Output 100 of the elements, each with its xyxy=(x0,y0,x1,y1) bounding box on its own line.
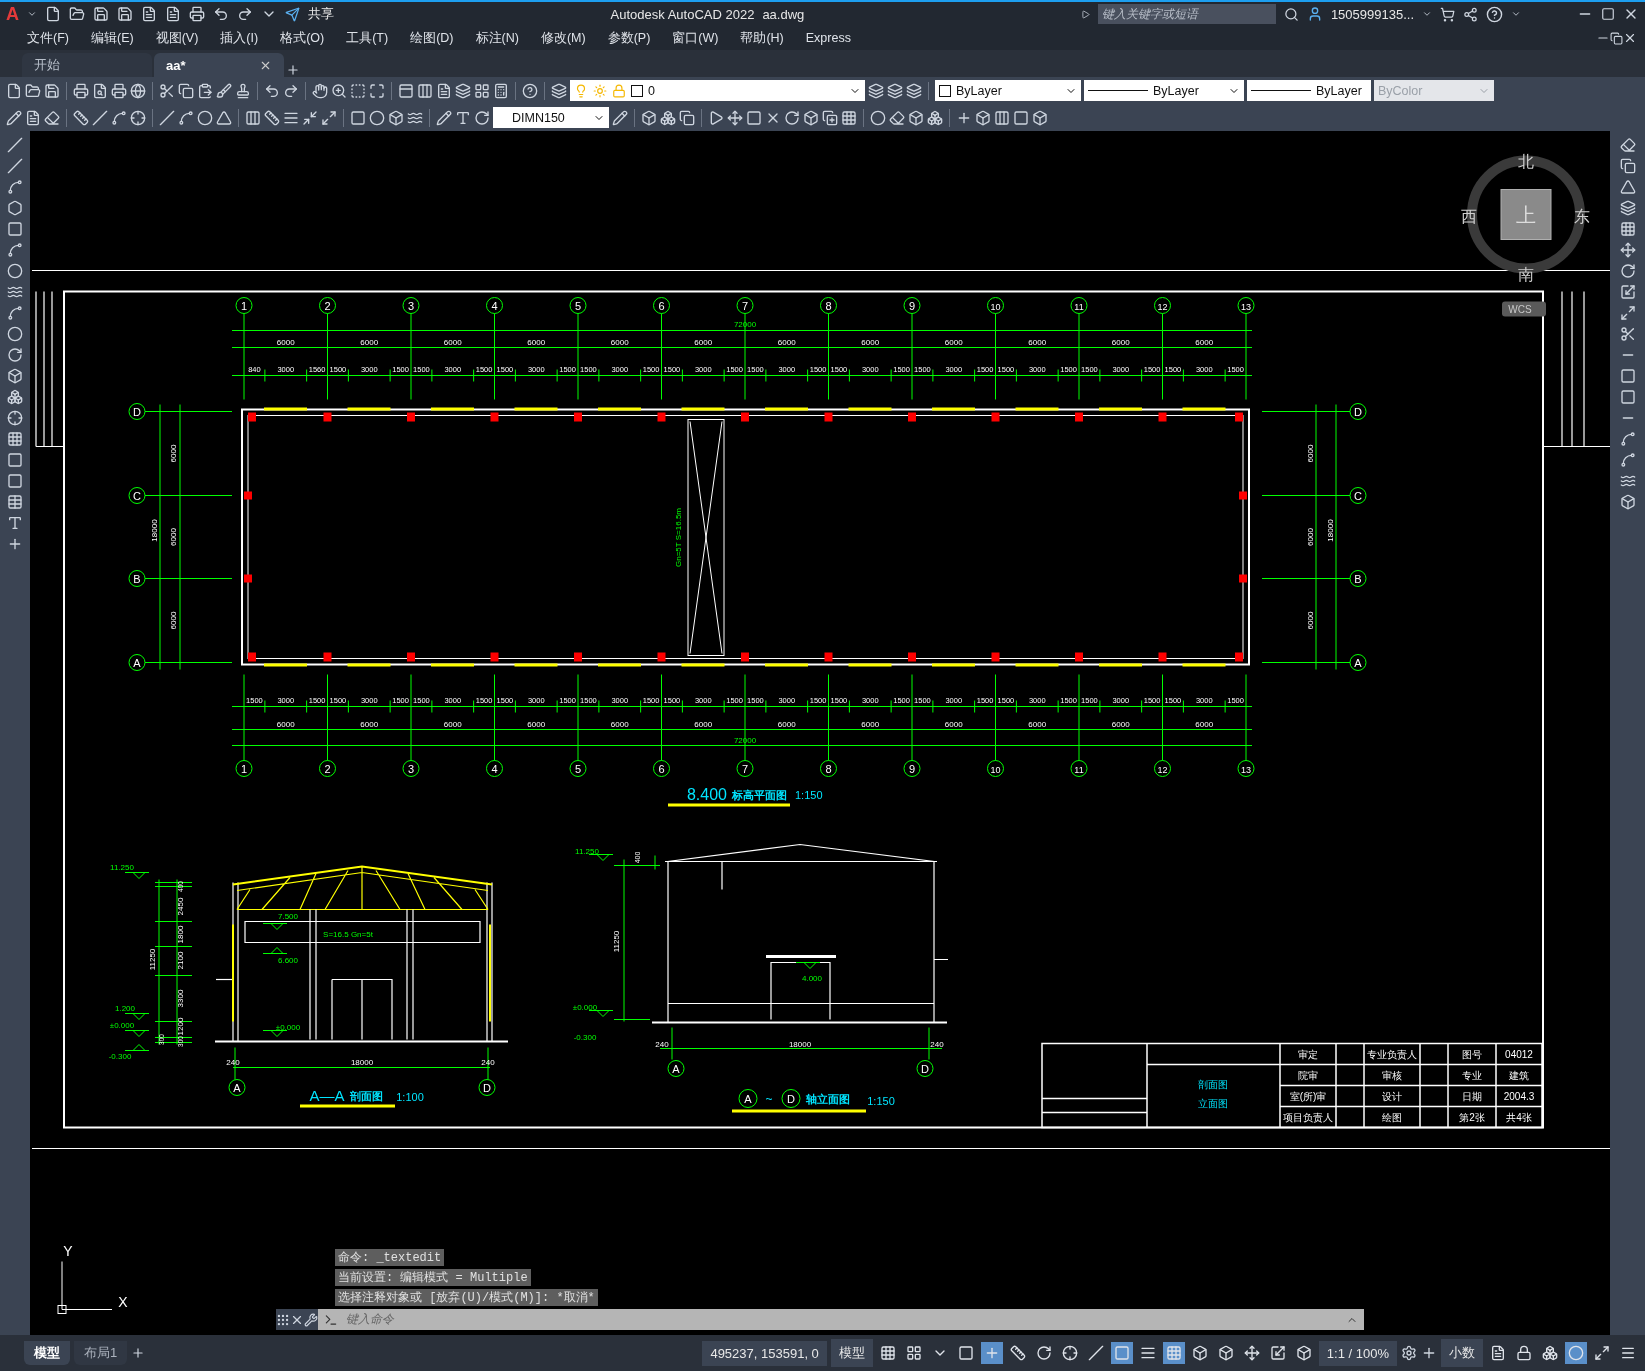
text-icon[interactable] xyxy=(7,515,23,531)
eraser-icon[interactable] xyxy=(44,109,60,126)
units-dropdown[interactable]: 小数 xyxy=(1441,1339,1483,1367)
save-icon[interactable] xyxy=(44,82,60,99)
caret-icon[interactable] xyxy=(27,9,37,19)
undo-icon[interactable] xyxy=(213,6,229,22)
share-button[interactable]: 共享 xyxy=(308,5,334,23)
spline-icon[interactable] xyxy=(7,305,23,321)
new-file-icon[interactable] xyxy=(6,82,22,99)
line-icon[interactable] xyxy=(159,109,175,126)
settings-icon[interactable] xyxy=(1401,1345,1417,1361)
copy-icon[interactable] xyxy=(178,82,194,99)
linetype-dropdown[interactable]: ByLayer xyxy=(1084,80,1244,101)
line-icon[interactable] xyxy=(7,158,23,174)
printer-icon[interactable] xyxy=(111,82,127,99)
grid-icon[interactable] xyxy=(474,82,490,99)
layers-icon[interactable] xyxy=(906,82,922,99)
text-icon[interactable] xyxy=(455,109,471,126)
eraser-icon[interactable] xyxy=(1619,137,1636,153)
arc-icon[interactable] xyxy=(7,242,23,258)
plus-icon[interactable] xyxy=(1421,1345,1437,1361)
restore-icon[interactable] xyxy=(1610,31,1623,45)
table-icon[interactable] xyxy=(7,494,23,510)
copy-plus-icon[interactable] xyxy=(822,109,838,126)
maximize-icon[interactable] xyxy=(1601,7,1615,21)
layers-icon[interactable] xyxy=(455,82,471,99)
trim-icon[interactable] xyxy=(1619,326,1636,342)
folder-icon[interactable] xyxy=(25,82,41,99)
pan-icon[interactable] xyxy=(312,82,328,99)
menu-item[interactable]: 帮助(H) xyxy=(729,29,795,47)
circle-icon[interactable] xyxy=(870,109,886,126)
columns-icon[interactable] xyxy=(994,109,1010,126)
new-tab-icon[interactable] xyxy=(286,63,300,77)
box-icon[interactable] xyxy=(908,109,924,126)
move-icon[interactable] xyxy=(1619,242,1636,258)
ruler-icon[interactable] xyxy=(73,109,89,126)
menu-item[interactable]: 窗口(W) xyxy=(661,29,730,47)
eraser-icon[interactable] xyxy=(889,109,905,126)
rectangle-icon[interactable] xyxy=(7,221,23,237)
user-name[interactable]: 1505999135... xyxy=(1330,6,1414,22)
arrow-icon[interactable] xyxy=(708,109,724,126)
boxes-icon[interactable] xyxy=(660,109,676,126)
redo-icon[interactable] xyxy=(237,6,253,22)
calculator-icon[interactable] xyxy=(493,82,509,99)
document-icon[interactable] xyxy=(436,82,452,99)
cart-icon[interactable] xyxy=(1440,6,1455,22)
curve-icon[interactable] xyxy=(178,109,194,126)
polygon-icon[interactable] xyxy=(7,200,23,216)
box-icon[interactable] xyxy=(803,109,819,126)
printer-icon[interactable] xyxy=(73,82,89,99)
folder-icon[interactable] xyxy=(69,6,85,22)
undo-icon[interactable] xyxy=(264,82,280,99)
globe-icon[interactable] xyxy=(130,82,146,99)
columns-icon[interactable] xyxy=(245,109,261,126)
grid-icon[interactable] xyxy=(841,109,857,126)
annotation-scale[interactable]: 1:1 / 100% xyxy=(1318,1340,1397,1366)
array-icon[interactable] xyxy=(1619,221,1636,237)
menu-item[interactable]: 格式(O) xyxy=(269,29,336,47)
caret-icon[interactable] xyxy=(1511,9,1521,19)
square-icon[interactable] xyxy=(350,109,366,126)
wcs-button[interactable]: WCS xyxy=(1502,301,1546,317)
menu-item[interactable]: 视图(V) xyxy=(144,29,210,47)
plus-icon[interactable] xyxy=(7,536,23,552)
arc-icon[interactable] xyxy=(111,109,127,126)
menu-item[interactable]: 参数(P) xyxy=(596,29,662,47)
menu-item[interactable]: 标注(N) xyxy=(464,29,530,47)
paste-icon[interactable] xyxy=(197,82,213,99)
save-as-icon[interactable] xyxy=(117,6,133,22)
boxes-icon[interactable] xyxy=(927,109,943,126)
menu-item[interactable]: 插入(I) xyxy=(209,29,270,47)
brush-icon[interactable] xyxy=(216,82,232,99)
menu-item[interactable]: 编辑(E) xyxy=(79,29,145,47)
zoom-icon[interactable] xyxy=(331,82,347,99)
model-space-button[interactable]: 模型 xyxy=(830,1339,873,1367)
box-icon[interactable] xyxy=(1032,109,1048,126)
edit-icon[interactable] xyxy=(436,109,452,126)
preview-icon[interactable] xyxy=(92,82,108,99)
app-logo[interactable]: A xyxy=(6,3,19,25)
box-icon[interactable] xyxy=(641,109,657,126)
copy-icon[interactable] xyxy=(679,109,695,126)
columns-icon[interactable] xyxy=(417,82,433,99)
help-icon[interactable] xyxy=(1486,5,1503,23)
ruler-icon[interactable] xyxy=(264,109,280,126)
search-icon[interactable] xyxy=(1283,6,1299,22)
printer-icon[interactable] xyxy=(189,6,205,22)
rotate-icon[interactable] xyxy=(784,109,800,126)
menu-item[interactable]: 绘图(D) xyxy=(399,29,465,47)
stamp-icon[interactable] xyxy=(235,82,251,99)
dimension-style-dropdown[interactable]: DIMN150 xyxy=(493,107,609,128)
document-icon[interactable] xyxy=(141,6,157,22)
search-field[interactable]: 键入关键字或短语 xyxy=(1097,4,1276,24)
box-icon[interactable] xyxy=(388,109,404,126)
layers-icon[interactable] xyxy=(887,82,903,99)
zoom-window-icon[interactable] xyxy=(350,82,366,99)
lineweight-dropdown[interactable]: ByLayer xyxy=(1247,80,1371,101)
square-icon[interactable] xyxy=(1013,109,1029,126)
help-icon[interactable] xyxy=(522,82,538,99)
redo-icon[interactable] xyxy=(283,82,299,99)
move-icon[interactable] xyxy=(727,109,743,126)
viewcube-face[interactable] xyxy=(1500,189,1552,240)
